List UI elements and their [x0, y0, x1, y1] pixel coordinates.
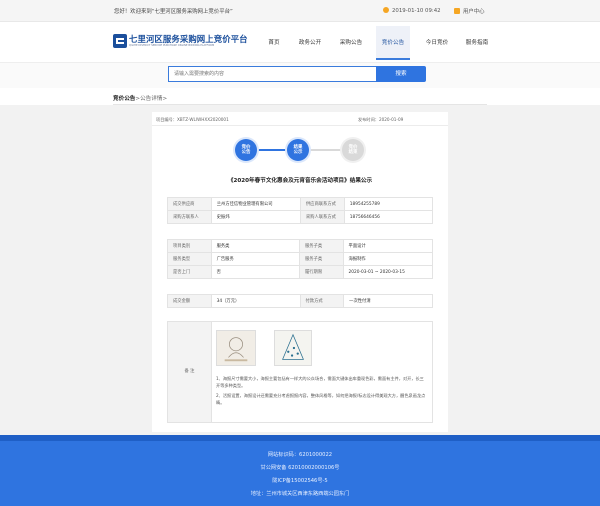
remark-text: 1、海报尺寸需要大小，海报主要包括有一样大的公众场合，需面大键体出车重现色彩，需… [216, 376, 426, 410]
nav-government[interactable]: 政务公开 [296, 26, 324, 60]
table-value: 广告服务 [210, 252, 300, 266]
poster-image[interactable] [216, 330, 256, 366]
divider [152, 125, 448, 126]
logo-icon [113, 34, 127, 48]
site-logo[interactable]: 七里河区服务采购网上竞价平台 QILIHE DISTRICT SERVICE P… [113, 33, 263, 51]
search-input[interactable] [168, 66, 376, 82]
table-row: 项目类别 服务类 服务子类 平面设计 [167, 239, 434, 253]
table-label: 服务子类 [298, 239, 344, 253]
top-bar: 您好！欢迎来到“七里河区服务采购网上竞价平台” 2019-01-10 09:42… [0, 0, 600, 22]
supplier-table: 成交供应商 兰州方佳信物业管理有限公司 供应商联系方式 18954255789 … [167, 197, 434, 224]
result-title: 《2020年春节文化惠会及元宵音乐会活动项目》结果公示 [227, 178, 373, 184]
table-label: 采购人联系方式 [299, 210, 345, 224]
table-value: 18756646456 [343, 210, 434, 224]
table-value: 平面设计 [342, 239, 434, 253]
remark-label: 备 注 [168, 322, 212, 422]
remark-box: 备 注 1、海报尺寸需要大小，海报主要包括有一样大的公众场合，需面大键体出车重现… [167, 321, 433, 423]
table-label: 服务子类 [298, 252, 344, 266]
footer-site-id: 网站标识码：6201000022 [267, 452, 333, 458]
table-value: 18954255789 [343, 197, 434, 211]
table-label: 是否上门 [167, 265, 212, 279]
table-label: 供应商联系方式 [299, 197, 345, 211]
footer-strip [0, 435, 600, 441]
poster-image[interactable] [274, 330, 312, 366]
step-connector [309, 149, 342, 151]
table-value: 兰州方佳信物业管理有限公司 [210, 197, 301, 211]
table-value: 否 [210, 265, 300, 279]
nav-today-bidding[interactable]: 今日竞价 [422, 26, 452, 60]
amount-table: 成交金额 34（万元） 付款方式 一次性付清 [167, 294, 433, 308]
date-text: 2019-01-10 09:42 [392, 8, 441, 14]
breadcrumb-section[interactable]: 竞价公告 [113, 96, 135, 102]
remark-line: 1、海报尺寸需要大小，海报主要包括有一样大的公众场合，需面大键体出车重现色彩，需… [216, 376, 424, 388]
table-row: 成交金额 34（万元） 付款方式 一次性付清 [167, 294, 433, 308]
step-connector [257, 149, 286, 151]
table-value: 2020-03-01 ~ 2020-03-15 [342, 265, 434, 279]
table-label: 付款方式 [299, 294, 345, 308]
logo-subtitle: QILIHE DISTRICT SERVICE PURCHASE ONLINE … [129, 44, 215, 47]
table-label: 采购方联系人 [167, 210, 212, 224]
user-icon [454, 8, 460, 14]
search-button[interactable]: 搜索 [376, 66, 426, 82]
clock-icon [383, 7, 389, 13]
step-bid-notice: 竞价 公告 [235, 139, 257, 161]
user-center-link[interactable]: 用户中心 [454, 7, 485, 15]
publish-time: 发布时间：2020-01-09 [358, 117, 404, 122]
table-value: 服务类 [210, 239, 300, 253]
breadcrumb-page: 公告详情> [140, 96, 168, 102]
step-bid-end: 竞价 结束 [342, 139, 364, 161]
nav-bidding-notice[interactable]: 竞价公告 [376, 26, 410, 60]
table-value: 海报制作 [342, 252, 434, 266]
nav-procurement[interactable]: 采购公告 [336, 26, 366, 60]
step-label: 公示 [293, 150, 303, 155]
remark-line: 2、活报设置，海报设计还需要充分考虑报报内容，整体风格等，如何把海报/标志设计得… [216, 393, 426, 405]
footer-icp: 陇ICP备15002546号-5 [272, 478, 328, 484]
table-row: 服务类型 广告服务 服务子类 海报制作 [167, 252, 434, 266]
table-label: 成交金额 [167, 294, 212, 308]
step-label: 结束 [348, 150, 358, 155]
table-value: 史振炜 [210, 210, 301, 224]
table-label: 项目类别 [167, 239, 212, 253]
table-label: 履行期限 [298, 265, 344, 279]
table-value: 34（万元） [210, 294, 301, 308]
welcome-text: 您好！欢迎来到“七里河区服务采购网上竞价平台” [114, 9, 233, 15]
footer-police-record: 甘公网安备 62010002000106号 [260, 465, 340, 471]
user-center-label: 用户中心 [463, 9, 485, 15]
project-number: 项目编号：XBTZ-WLIWHXX2020001 [156, 117, 229, 122]
step-label: 公告 [241, 150, 251, 155]
nav-service-guide[interactable]: 服务指南 [462, 26, 492, 60]
table-label: 服务类型 [167, 252, 212, 266]
table-row: 是否上门 否 履行期限 2020-03-01 ~ 2020-03-15 [167, 265, 434, 279]
footer-address: 地址：兰州市城关区西津东路西端公园东门 [250, 491, 350, 497]
nav-home[interactable]: 首页 [262, 26, 286, 60]
date-display: 2019-01-10 09:42 [383, 7, 441, 14]
table-row: 成交供应商 兰州方佳信物业管理有限公司 供应商联系方式 18954255789 [167, 197, 434, 211]
table-value: 一次性付清 [343, 294, 433, 308]
step-result-notice: 结果 公示 [287, 139, 309, 161]
breadcrumb: 竞价公告>公告详情> [113, 94, 167, 102]
table-label: 成交供应商 [167, 197, 212, 211]
service-table: 项目类别 服务类 服务子类 平面设计 服务类型 广告服务 服务子类 海报制作 是… [167, 239, 434, 279]
table-row: 采购方联系人 史振炜 采购人联系方式 18756646456 [167, 210, 434, 224]
